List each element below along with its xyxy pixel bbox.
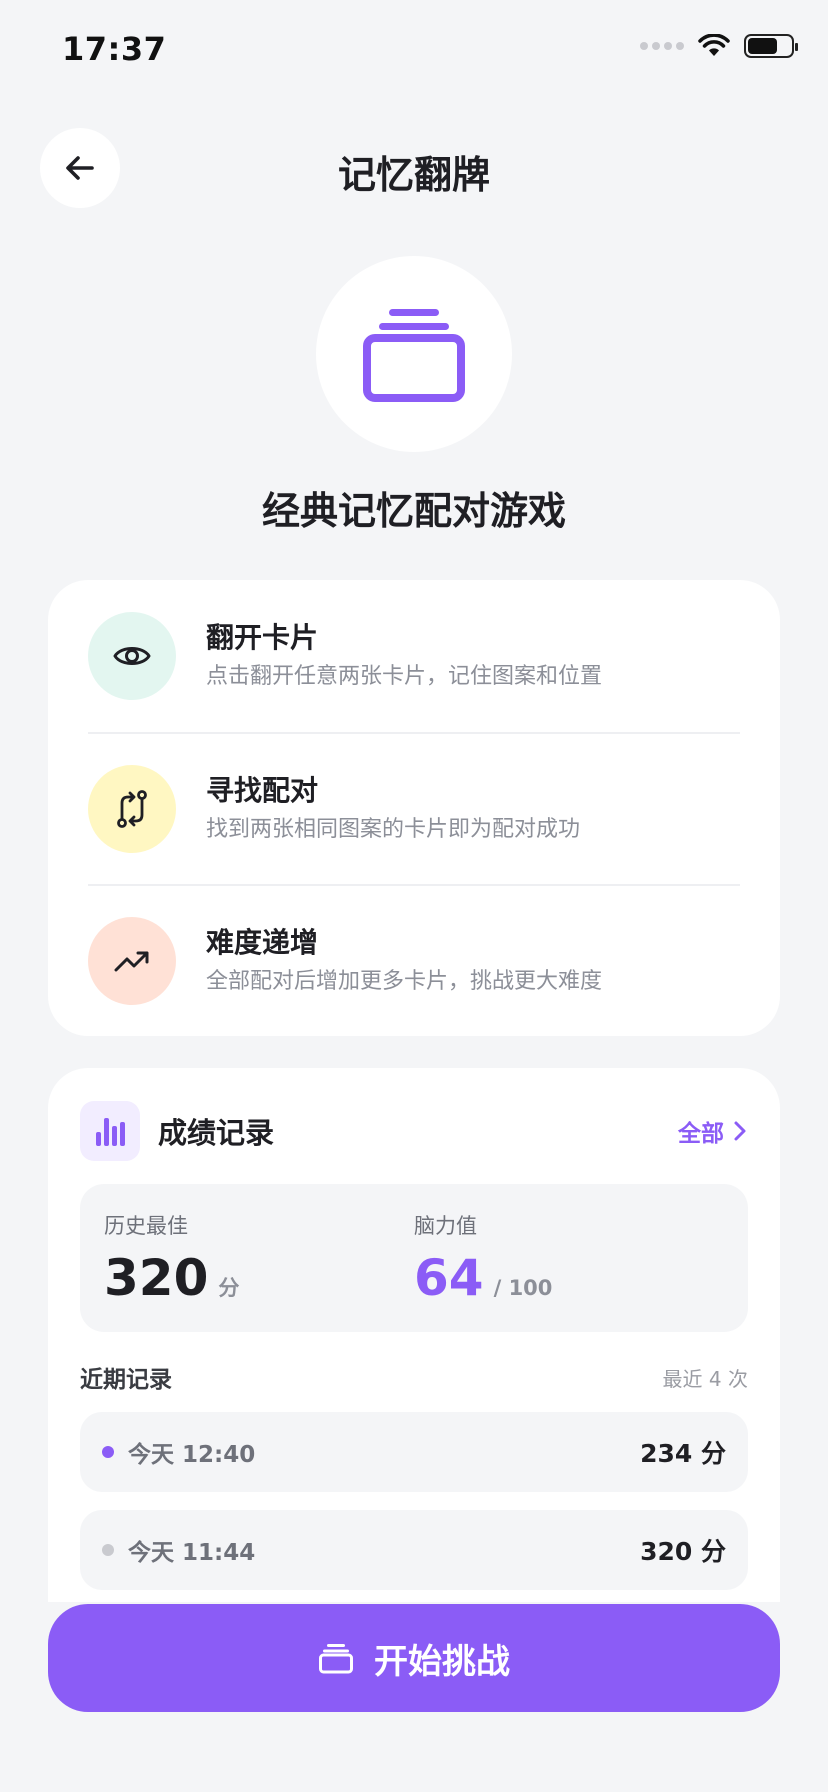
brain-power-stat: 脑力值 64 / 100 xyxy=(414,1210,724,1306)
status-time: 17:37 xyxy=(62,30,167,68)
best-score-label: 历史最佳 xyxy=(104,1214,188,1238)
brain-power-label: 脑力值 xyxy=(414,1214,477,1238)
record-row[interactable]: 今天 12:40 234 分 xyxy=(80,1412,748,1492)
record-score: 320 分 xyxy=(640,1537,726,1566)
best-score-unit: 分 xyxy=(218,1276,240,1300)
status-bar: 17:37 xyxy=(0,0,828,100)
rule-description: 找到两张相同图案的卡片即为配对成功 xyxy=(206,817,581,842)
chevron-right-icon xyxy=(734,1121,746,1141)
rule-title: 难度递增 xyxy=(206,926,319,959)
record-dot xyxy=(102,1544,114,1556)
cards-stack-icon xyxy=(363,309,465,402)
cards-stack-icon xyxy=(319,1644,353,1674)
rule-icon-bg xyxy=(88,765,176,853)
battery-level xyxy=(748,38,778,54)
rules-card: 翻开卡片 点击翻开任意两张卡片，记住图案和位置 寻找配对 找到两张相同图案的卡片… xyxy=(48,580,780,1036)
rule-icon-bg xyxy=(88,917,176,1005)
rule-description: 全部配对后增加更多卡片，挑战更大难度 xyxy=(206,969,603,994)
rule-icon-bg xyxy=(88,612,176,700)
start-challenge-button[interactable]: 开始挑战 xyxy=(48,1604,780,1712)
record-score: 234 分 xyxy=(640,1439,726,1468)
recent-title: 近期记录 xyxy=(80,1367,172,1393)
status-icons xyxy=(640,34,798,58)
start-challenge-label: 开始挑战 xyxy=(374,1641,510,1682)
score-title: 成绩记录 xyxy=(158,1116,275,1150)
bar-chart-icon-box xyxy=(80,1101,140,1161)
hero-icon-container xyxy=(316,256,512,452)
bar-chart-icon xyxy=(96,1118,125,1146)
record-time: 今天 12:40 xyxy=(128,1442,256,1468)
view-all-link[interactable]: 全部 xyxy=(678,1114,748,1148)
rule-item: 寻找配对 找到两张相同图案的卡片即为配对成功 xyxy=(88,732,740,884)
signal-icon xyxy=(640,42,684,50)
best-score-stat: 历史最佳 320 分 xyxy=(104,1210,414,1306)
wifi-icon xyxy=(698,34,730,56)
view-all-label: 全部 xyxy=(678,1121,724,1147)
trending-up-icon xyxy=(114,951,149,972)
eye-icon xyxy=(113,647,151,665)
brain-power-unit: / 100 xyxy=(493,1276,553,1300)
record-dot xyxy=(102,1446,114,1458)
recent-count: 最近 4 次 xyxy=(662,1366,748,1391)
best-score-value: 320 xyxy=(104,1249,209,1307)
rule-title: 寻找配对 xyxy=(206,774,319,807)
swap-arrows-icon xyxy=(117,790,147,828)
recent-header: 近期记录 最近 4 次 xyxy=(80,1360,748,1394)
stats-panel: 历史最佳 320 分 脑力值 64 / 100 xyxy=(80,1184,748,1332)
game-subtitle: 经典记忆配对游戏 xyxy=(261,489,566,533)
brain-power-value: 64 xyxy=(414,1249,484,1307)
score-header: 成绩记录 全部 xyxy=(80,1100,748,1162)
rule-description: 点击翻开任意两张卡片，记住图案和位置 xyxy=(206,664,603,689)
rule-item: 翻开卡片 点击翻开任意两张卡片，记住图案和位置 xyxy=(88,580,740,732)
battery-icon xyxy=(744,34,798,58)
rule-item: 难度递增 全部配对后增加更多卡片，挑战更大难度 xyxy=(88,884,740,1036)
record-row[interactable]: 今天 11:44 320 分 xyxy=(80,1510,748,1590)
rule-title: 翻开卡片 xyxy=(206,621,319,654)
record-time: 今天 11:44 xyxy=(128,1540,256,1566)
page-title: 记忆翻牌 xyxy=(337,153,490,197)
